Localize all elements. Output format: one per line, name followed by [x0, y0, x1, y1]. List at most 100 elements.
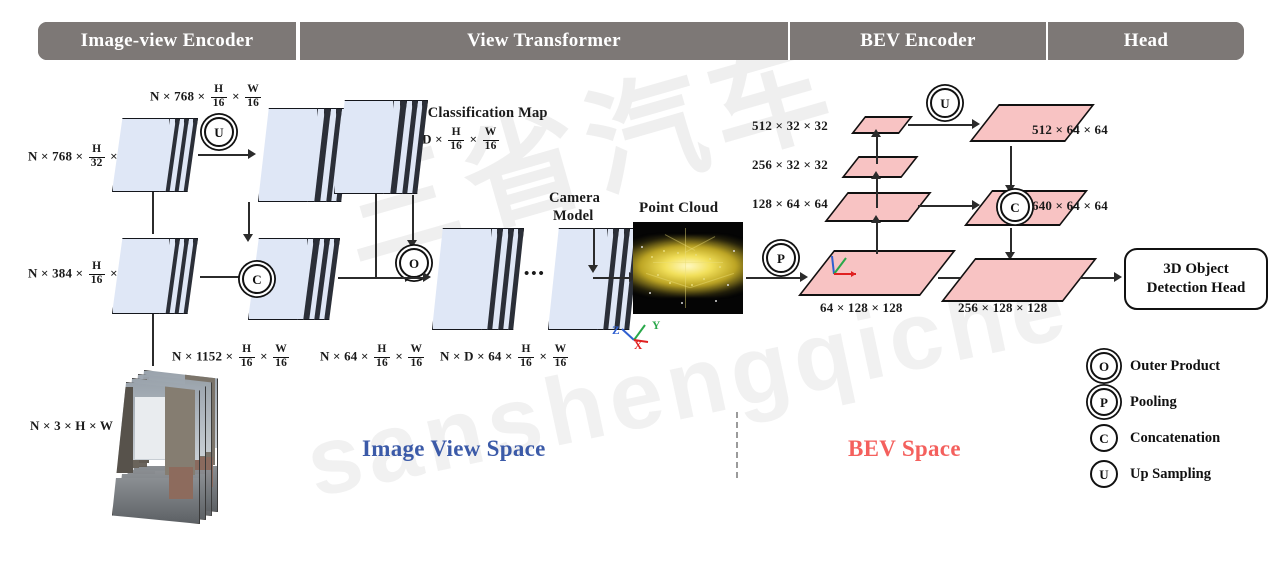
arrowhead-up	[871, 129, 881, 137]
detection-head-line1: 3D Object	[1163, 261, 1229, 278]
arrow-outer-out	[399, 277, 425, 279]
legend-label-outer-product: Outer Product	[1130, 357, 1221, 374]
arrow-to-point-cloud	[593, 277, 631, 279]
legend-label-up-sampling: Up Sampling	[1130, 465, 1211, 482]
feature-stack-768-32	[112, 118, 198, 192]
label-nd64-h16-w16: N × D × 64 × H 16 × W 16	[440, 343, 570, 370]
point-cloud-image	[633, 222, 743, 314]
bev-plane-512-32	[850, 116, 914, 134]
fraction-w16: W 16	[245, 83, 262, 109]
fraction-w16: W 16	[408, 343, 425, 369]
label-ellipsis: •••	[524, 266, 546, 282]
fraction-h16: H 16	[518, 343, 535, 369]
arrowhead-up	[871, 215, 881, 223]
label-n1152-h16-w16: N × 1152 × H 16 × W 16	[172, 343, 291, 370]
arrow-pooling	[746, 277, 802, 279]
label-point-cloud: Point Cloud	[639, 200, 719, 216]
label-input-n3hw: N × 3 × H × W	[30, 418, 114, 433]
axis-gizmo-bev-space	[831, 255, 856, 277]
arrowhead-right	[423, 272, 431, 282]
arrow-bev-256-to-512	[876, 136, 878, 164]
fraction-h16: H 16	[448, 126, 465, 152]
legend-icon-pooling: P	[1090, 388, 1118, 416]
label-bev-512-32: 512 × 32 × 32	[752, 118, 828, 133]
input-image-stack	[112, 370, 232, 524]
label-camera-model-line1: Camera	[549, 190, 601, 206]
feature-stack-depth-map	[334, 100, 428, 194]
legend-row-up-sampling: U Up Sampling	[1090, 460, 1211, 488]
label-bev-128-64: 128 × 64 × 64	[752, 196, 828, 211]
node-pooling: P	[766, 243, 796, 273]
bev-plane-256-128	[940, 258, 1098, 302]
fraction-h32: H 32	[88, 143, 105, 169]
label-times: ×	[539, 348, 548, 364]
label-times: ×	[395, 348, 403, 364]
label-times: ×	[469, 131, 478, 147]
legend-label-pooling: Pooling	[1130, 393, 1177, 410]
label-bev-512-64: 512 × 64 × 64	[1032, 122, 1108, 137]
legend-row-outer-product: O Outer Product	[1090, 352, 1220, 380]
caption-image-view-space: Image View Space	[362, 436, 546, 461]
node-symbol: O	[1098, 358, 1110, 374]
node-symbol: C	[1010, 199, 1020, 215]
detection-head-line2: Detection Head	[1146, 280, 1246, 296]
arrow-bev-bottom-flow	[938, 277, 960, 279]
detection-head-box: 3D Object Detection Head	[1124, 248, 1268, 310]
stage-bar-view-transformer: View Transformer	[298, 22, 788, 60]
arrow-768-to-concat	[248, 202, 250, 236]
arrow-bev-64-to-128	[876, 222, 878, 254]
label-prefix: N × 384 ×	[28, 265, 84, 281]
legend: O Outer Product P Pooling C Concatenatio…	[1090, 352, 1270, 492]
arrow-bev-128-to-256	[876, 178, 878, 208]
fraction-w16: W 16	[552, 343, 569, 369]
node-symbol: U	[214, 124, 224, 140]
legend-icon-outer-product: O	[1090, 352, 1118, 380]
label-times: ×	[260, 348, 268, 364]
arrow-concat-out	[338, 277, 376, 279]
arrow-384-to-768	[152, 190, 154, 234]
arrow-depth-to-outer	[412, 195, 414, 243]
label-bev-256-128: 256 × 128 × 128	[958, 300, 1048, 315]
arrow-bev-down-to-concat	[1010, 146, 1012, 188]
arrowhead-down	[407, 240, 417, 248]
label-bev-64-128: 64 × 128 × 128	[820, 300, 903, 315]
caption-bev-space: BEV Space	[848, 436, 961, 461]
arrow-camera-model	[593, 228, 595, 268]
arrow-upsample	[198, 154, 250, 156]
legend-label-concatenation: Concatenation	[1130, 429, 1221, 446]
node-concatenation-2: C	[1000, 192, 1030, 222]
fraction-h16: H 16	[88, 260, 105, 286]
node-symbol: P	[1100, 394, 1108, 410]
legend-row-concatenation: C Concatenation	[1090, 424, 1220, 452]
node-up-sampling-2: U	[930, 88, 960, 118]
label-prefix: N × 768 ×	[28, 148, 84, 164]
label-times: ×	[232, 88, 240, 104]
arrow-384-to-concat	[200, 276, 242, 278]
label-bev-640-64: 640 × 64 × 64	[1032, 198, 1108, 213]
feature-stack-384	[112, 238, 198, 314]
arrow-bev-skip-to-concat	[918, 205, 974, 207]
fraction-h16: H 16	[374, 343, 390, 369]
arrowhead-right	[800, 272, 808, 282]
node-symbol: C	[252, 271, 262, 287]
label-prefix: N × 768 ×	[150, 88, 206, 104]
bev-plane-64-128	[798, 250, 956, 296]
arrowhead-right	[1114, 272, 1122, 282]
arrowhead-right	[248, 149, 256, 159]
legend-icon-concatenation: C	[1090, 424, 1118, 452]
label-bev-256-32: 256 × 32 × 32	[752, 157, 828, 172]
legend-icon-up-sampling: U	[1090, 460, 1118, 488]
axis-gizmo-image-space	[621, 324, 649, 343]
label-camera-model-line2: Model	[553, 208, 594, 224]
node-symbol: C	[1099, 430, 1109, 446]
node-symbol: O	[408, 255, 420, 271]
node-symbol: U	[1099, 466, 1109, 482]
stage-bar-image-view-encoder: Image-view Encoder	[38, 22, 296, 60]
diagram-canvas: 三省汽车 sanshengqiche Image-view Encoder Vi…	[0, 0, 1280, 585]
node-up-sampling-1: U	[204, 117, 234, 147]
stage-bar-head: Head	[1046, 22, 1244, 60]
arrowhead-up	[871, 171, 881, 179]
fraction-w16: W 16	[273, 343, 290, 369]
label-n768-h16-w16: N × 768 × H 16 × W 16	[150, 83, 263, 110]
arrow-to-detection-head	[1080, 277, 1116, 279]
